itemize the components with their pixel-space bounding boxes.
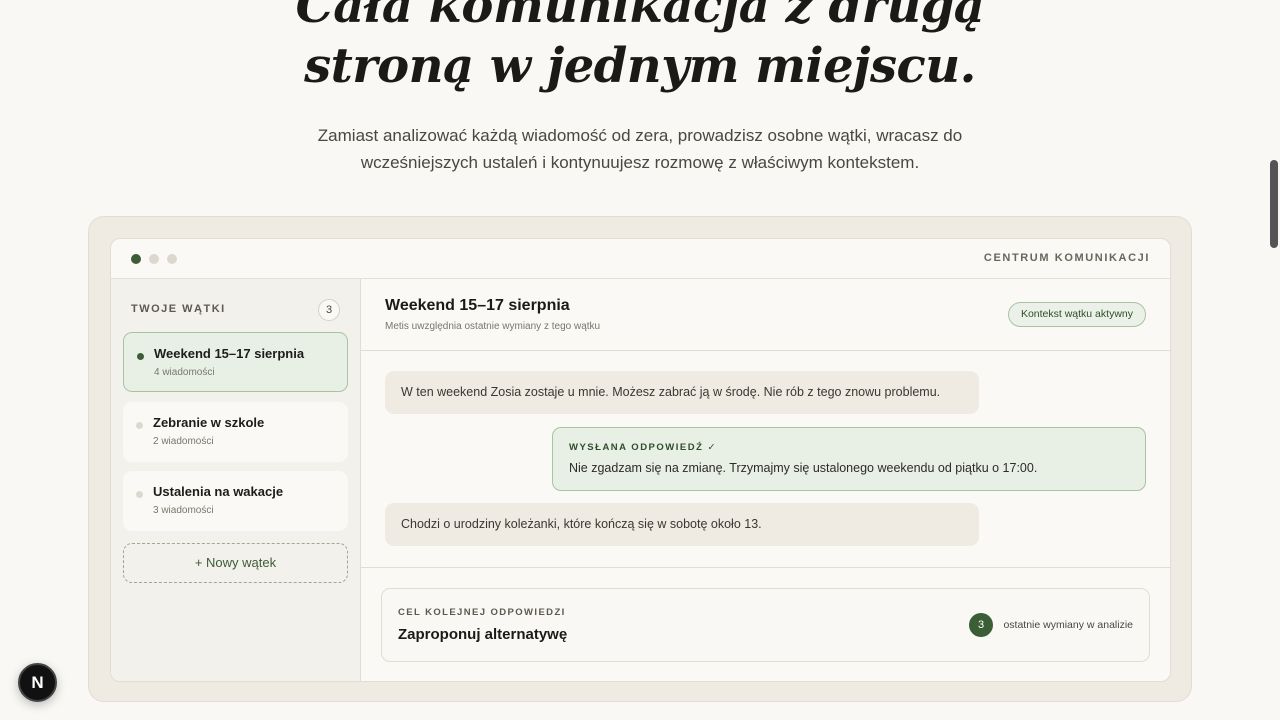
thread-item-meta: 3 wiadomości [153,505,214,516]
sidebar-header: TWOJE WĄTKI 3 [131,299,340,321]
incoming-message: W ten weekend Zosia zostaje u mnie. Może… [385,371,979,414]
reply-goal-value: Zaproponuj alternatywę [398,626,568,643]
thread-item-title: Weekend 15–17 sierpnia [154,346,305,361]
thread-hint: Metis uwzględnia ostatnie wymiany z tego… [385,321,601,332]
window-dot-icon [167,254,177,264]
hero-title: Cała komunikacja z drugą stroną w jednym… [0,0,1280,96]
thread-view: Weekend 15–17 sierpnia Metis uwzględnia … [361,279,1170,681]
sidebar-heading: TWOJE WĄTKI [131,303,226,315]
status-dot-icon [136,422,143,429]
thread-item-title: Ustalenia na wakacje [153,484,284,499]
context-active-badge: Kontekst wątku aktywny [1007,302,1146,327]
thread-item-title: Zebranie w szkole [153,415,265,430]
thread-item-meta: 4 wiadomości [154,367,215,378]
sent-message-label: WYSŁANA ODPOWIEDŹ ✓ [569,442,717,453]
hero-subtitle: Zamiast analizować każdą wiadomość od ze… [317,126,963,172]
sent-message-text: Nie zgadzam się na zmianę. Trzymajmy się… [569,461,1038,475]
incoming-message: Chodzi o urodziny koleżanki, które kończ… [385,503,979,546]
analyzed-exchanges-note: ostatnie wymiany w analizie [1003,619,1133,631]
thread-item-vacation[interactable]: Ustalenia na wakacje 3 wiadomości [123,471,348,531]
reply-goal-label: CEL KOLEJNEJ ODPOWIEDZI [398,607,566,618]
analyzed-exchanges-count: 3 [969,613,993,637]
new-thread-button[interactable]: + Nowy wątek [123,543,348,583]
app-preview-frame: CENTRUM KOMUNIKACJI TWOJE WĄTKI 3 Weeken… [88,216,1192,702]
status-dot-icon [137,353,144,360]
nextjs-dev-indicator-button[interactable]: N [18,663,57,702]
window-title: CENTRUM KOMUNIKACJI [983,252,1150,264]
hero-title-line2: stroną w jednym miejscu. [304,38,976,94]
thread-title: Weekend 15–17 sierpnia [385,297,570,314]
app-window: CENTRUM KOMUNIKACJI TWOJE WĄTKI 3 Weeken… [110,238,1171,682]
page-scrollbar[interactable] [1270,160,1278,248]
reply-goal-card: CEL KOLEJNEJ ODPOWIEDZI Zaproponuj alter… [381,588,1150,662]
sent-message: WYSŁANA ODPOWIEDŹ ✓ Nie zgadzam się na z… [552,427,1146,491]
thread-header: Weekend 15–17 sierpnia Metis uwzględnia … [361,279,1170,351]
status-dot-icon [136,491,143,498]
thread-item-school-meeting[interactable]: Zebranie w szkole 2 wiadomości [123,402,348,462]
threads-sidebar: TWOJE WĄTKI 3 Weekend 15–17 sierpnia 4 w… [111,279,361,681]
thread-item-weekend[interactable]: Weekend 15–17 sierpnia 4 wiadomości [123,332,348,392]
window-dot-icon [131,254,141,264]
hero-title-line1: Cała komunikacja z drugą [295,0,985,34]
divider [361,567,1170,568]
window-titlebar: CENTRUM KOMUNIKACJI [111,239,1170,279]
window-dot-icon [149,254,159,264]
threads-count-badge: 3 [318,299,340,321]
thread-item-meta: 2 wiadomości [153,436,214,447]
